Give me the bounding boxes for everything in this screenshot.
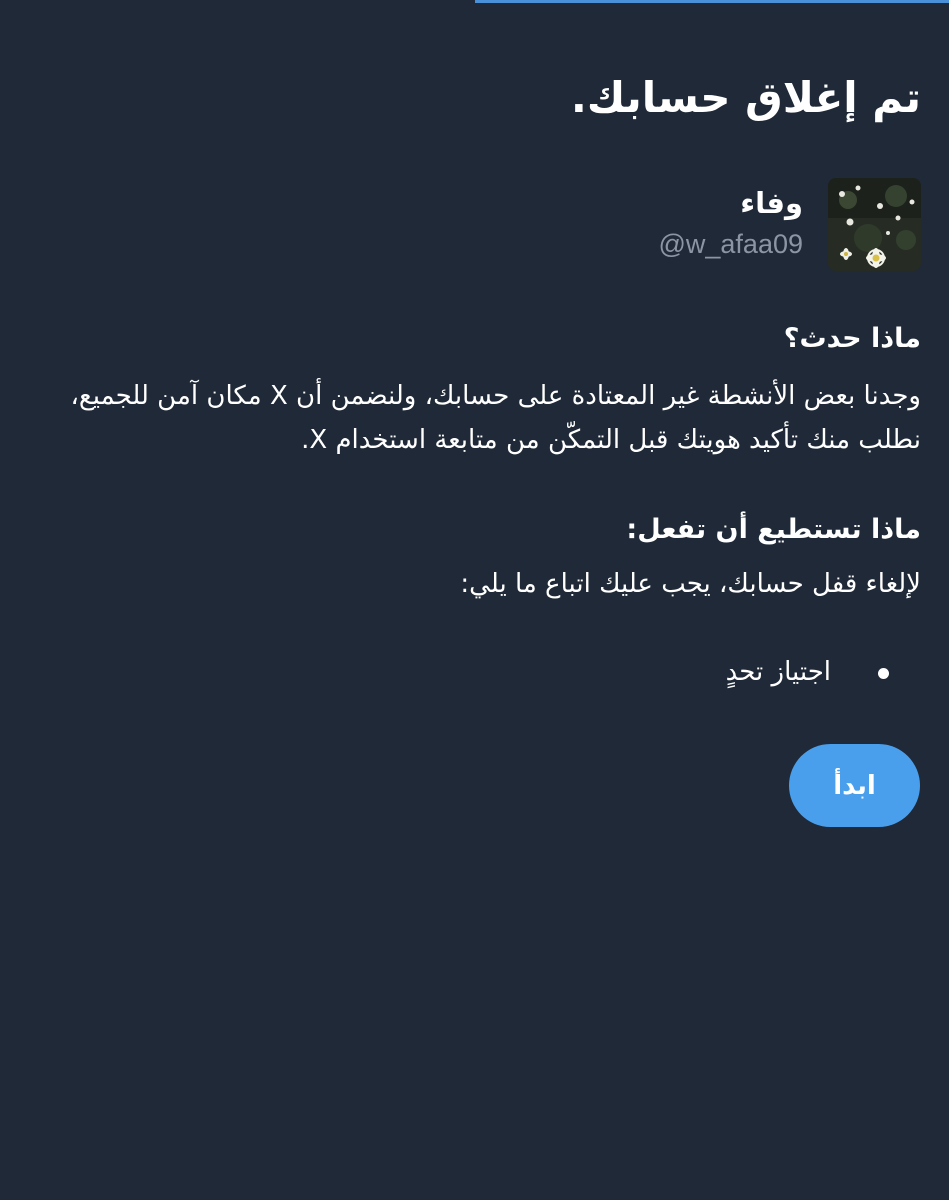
- bullet-icon: [878, 668, 889, 679]
- daisy-flowers-photo-icon: [828, 178, 921, 271]
- what-happened-heading: ماذا حدث؟: [783, 323, 921, 354]
- steps-list: اجتياز تحدٍ: [726, 650, 889, 694]
- page-title: تم إغلاق حسابك.: [570, 73, 921, 122]
- progress-bar: [0, 0, 949, 3]
- list-item: اجتياز تحدٍ: [726, 650, 889, 694]
- account-profile: وفاء @w_afaa09: [521, 178, 921, 272]
- progress-bar-fill: [474, 0, 949, 3]
- avatar: [828, 178, 921, 271]
- start-button[interactable]: ابدأ: [789, 744, 920, 827]
- what-happened-text: وجدنا بعض الأنشطة غير المعتادة على حسابك…: [70, 381, 922, 455]
- unlock-instructions: لإلغاء قفل حسابك، يجب عليك اتباع ما يلي:: [460, 569, 921, 599]
- account-handle: @w_afaa09: [658, 229, 803, 259]
- step-label: اجتياز تحدٍ: [725, 657, 831, 687]
- what-you-can-do-heading: ماذا تستطيع أن تفعل:: [626, 514, 921, 545]
- display-name: وفاء: [740, 186, 803, 220]
